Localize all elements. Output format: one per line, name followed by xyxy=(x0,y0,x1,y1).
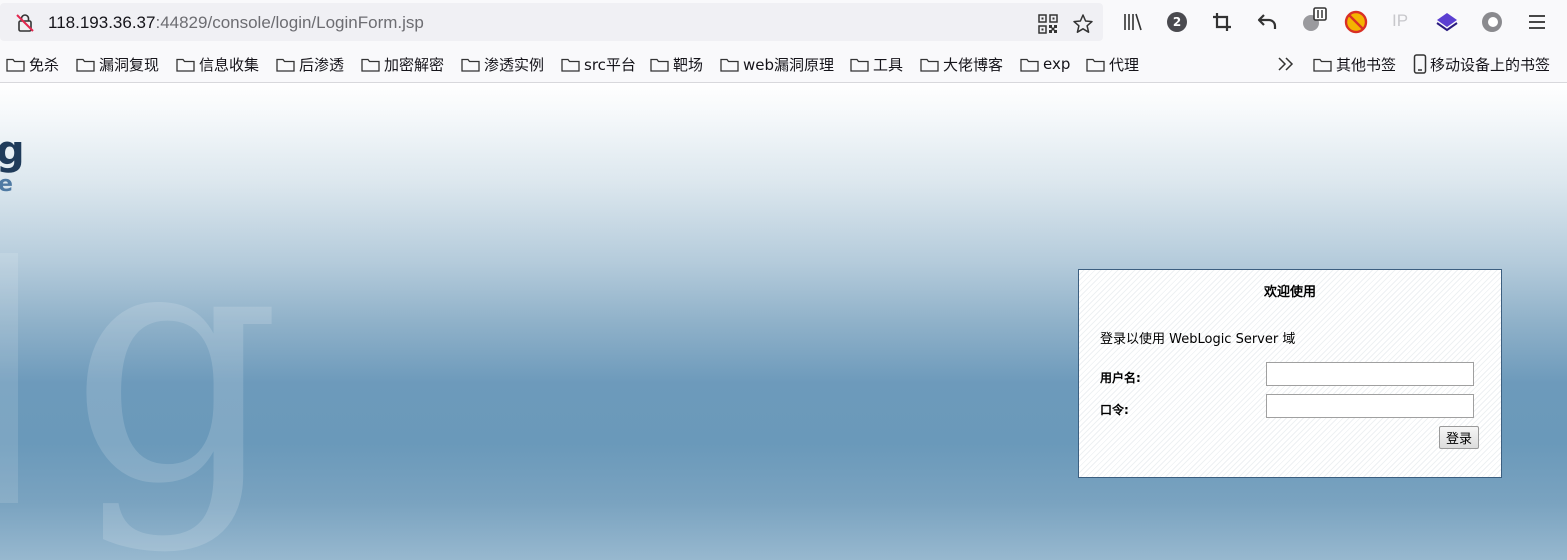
bookmark-other-label: 其他书签 xyxy=(1336,55,1397,74)
url-path: :44829/console/login/LoginForm.jsp xyxy=(155,13,424,32)
blocker-extension-icon[interactable] xyxy=(1344,10,1368,34)
folder-icon xyxy=(920,58,939,72)
bookmark-star-icon[interactable] xyxy=(1072,13,1094,35)
url-host: 118.193.36.37 xyxy=(48,13,156,32)
bookmark-mobile-label: 移动设备上的书签 xyxy=(1430,55,1551,74)
login-title: 欢迎使用 xyxy=(1263,285,1316,300)
username-input[interactable] xyxy=(1266,362,1474,386)
folder-icon xyxy=(6,58,25,72)
folder-icon xyxy=(1020,58,1039,72)
hamburger-menu-icon[interactable] xyxy=(1525,10,1549,34)
mobile-device-icon xyxy=(1413,54,1427,74)
bookmark-folder[interactable]: 加密解密 xyxy=(361,54,444,74)
translate-extension-icon[interactable] xyxy=(1300,6,1328,34)
bookmark-folder[interactable]: 漏洞复现 xyxy=(76,54,159,74)
bookmark-label: 免杀 xyxy=(29,55,60,74)
extension-badge-icon[interactable]: 2 xyxy=(1165,10,1189,34)
password-label: 口令: xyxy=(1100,403,1129,417)
address-bar[interactable]: 118.193.36.37:44829/console/login/LoginF… xyxy=(0,3,1103,41)
bookmark-folder[interactable]: 渗透实例 xyxy=(461,54,544,74)
library-icon[interactable] xyxy=(1120,10,1144,34)
logo-subtitle-fragment: e xyxy=(0,172,13,197)
privacy-extension-icon[interactable] xyxy=(1480,10,1504,34)
logo-fragment: g xyxy=(0,128,25,174)
folder-icon xyxy=(276,58,295,72)
bookmark-folder[interactable]: 免杀 xyxy=(6,54,59,74)
bookmark-folder[interactable]: 代理 xyxy=(1086,54,1139,74)
bookmark-label: 靶场 xyxy=(673,55,704,74)
login-panel: 欢迎使用 登录以使用 WebLogic Server 域 用户名: 口令: 登录 xyxy=(1078,269,1502,478)
bookmark-mobile-folder[interactable]: 移动设备上的书签 xyxy=(1413,54,1550,74)
folder-icon xyxy=(1086,58,1105,72)
watermark-letter: g xyxy=(70,233,281,556)
bookmark-label: 工具 xyxy=(873,55,904,74)
insecure-lock-icon[interactable] xyxy=(14,12,36,34)
bookmark-folder[interactable]: web漏洞原理 xyxy=(720,54,834,74)
badge-count: 2 xyxy=(1172,15,1182,29)
bookmark-folder[interactable]: exp xyxy=(1020,54,1070,74)
undo-arrow-icon[interactable] xyxy=(1255,10,1279,34)
bookmark-label: web漏洞原理 xyxy=(743,55,835,74)
password-input[interactable] xyxy=(1266,394,1474,418)
bookmark-folder[interactable]: src平台 xyxy=(561,54,636,74)
folder-icon xyxy=(650,58,669,72)
bookmark-folder[interactable]: 大佬博客 xyxy=(920,54,1003,74)
qr-code-icon[interactable] xyxy=(1038,14,1058,34)
folder-icon xyxy=(561,58,580,72)
folder-icon xyxy=(176,58,195,72)
url-text[interactable]: 118.193.36.37:44829/console/login/LoginF… xyxy=(48,13,424,33)
folder-icon xyxy=(720,58,739,72)
ip-label: IP xyxy=(1392,11,1409,30)
bookmarks-bar: 免杀 漏洞复现 信息收集 后渗透 加密解密 渗透实例 src平台 靶场 web漏… xyxy=(0,44,1567,83)
watermark-logo-icon: g xyxy=(0,233,281,556)
folder-icon xyxy=(1313,58,1332,72)
username-label: 用户名: xyxy=(1100,371,1141,385)
bookmark-folder[interactable]: 信息收集 xyxy=(176,54,259,74)
weblogic-login-page: g e g 欢迎使用 登录以使用 WebLogic Server 域 用户名: … xyxy=(0,83,1567,560)
login-button[interactable]: 登录 xyxy=(1439,426,1479,449)
chevron-double-right-icon[interactable] xyxy=(1277,56,1295,72)
login-description: 登录以使用 WebLogic Server 域 xyxy=(1100,332,1296,347)
bookmark-label: 渗透实例 xyxy=(484,55,545,74)
bookmark-label: 代理 xyxy=(1109,55,1140,74)
bookmark-folder[interactable]: 工具 xyxy=(850,54,903,74)
bookmark-folder[interactable]: 后渗透 xyxy=(276,54,344,74)
folder-icon xyxy=(461,58,480,72)
bookmark-label: 大佬博客 xyxy=(943,55,1004,74)
crop-screenshot-icon[interactable] xyxy=(1210,10,1234,34)
bookmark-label: 后渗透 xyxy=(299,55,345,74)
bookmark-label: 信息收集 xyxy=(199,55,260,74)
layers-extension-icon[interactable] xyxy=(1435,10,1459,34)
bookmark-other-folder[interactable]: 其他书签 xyxy=(1313,54,1396,74)
bookmark-label: 漏洞复现 xyxy=(99,55,160,74)
bookmark-label: src平台 xyxy=(584,55,636,74)
folder-icon xyxy=(850,58,869,72)
bookmark-label: 加密解密 xyxy=(384,55,445,74)
folder-icon xyxy=(361,58,380,72)
ip-extension-icon[interactable]: IP xyxy=(1390,10,1416,34)
browser-toolbar: 118.193.36.37:44829/console/login/LoginF… xyxy=(0,0,1567,44)
bookmark-folder[interactable]: 靶场 xyxy=(650,54,703,74)
folder-icon xyxy=(76,58,95,72)
bookmark-label: exp xyxy=(1043,55,1071,73)
